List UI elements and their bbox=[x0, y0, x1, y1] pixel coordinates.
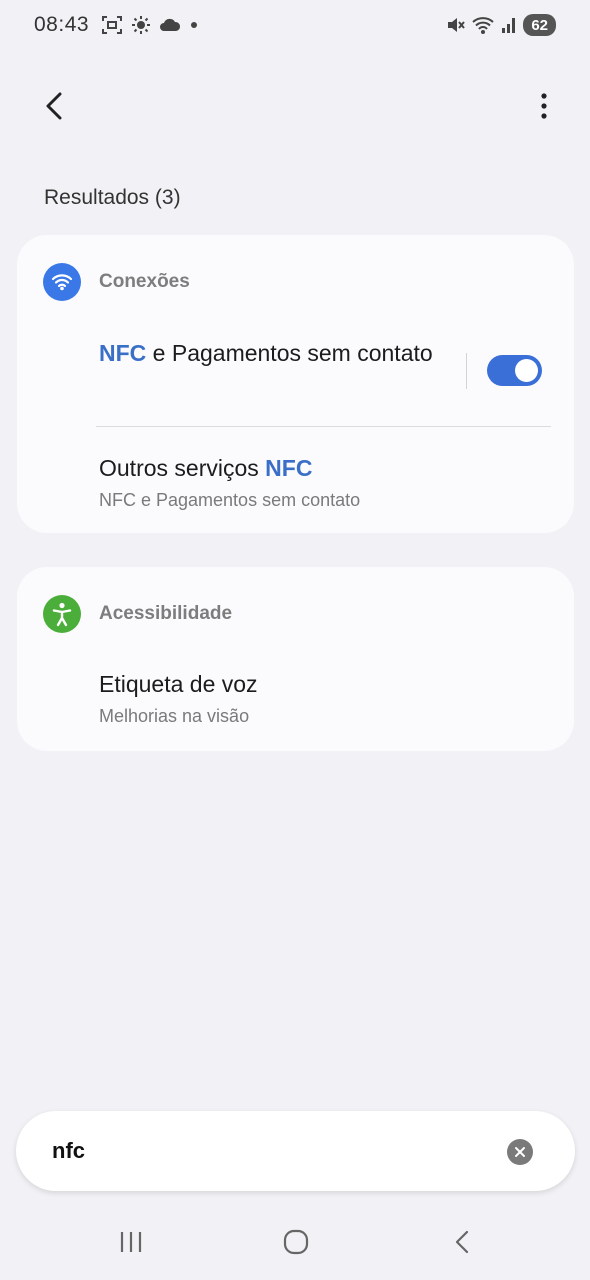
home-icon bbox=[283, 1229, 309, 1255]
clear-icon bbox=[515, 1147, 525, 1157]
status-left-icons bbox=[101, 14, 199, 36]
results-group-connections: Conexões NFC e Pagamentos sem contato Ou… bbox=[17, 235, 574, 533]
recents-icon bbox=[120, 1232, 142, 1252]
battery-badge: 62 bbox=[523, 14, 556, 36]
item-title: NFC e Pagamentos sem contato bbox=[99, 336, 459, 371]
wifi-icon bbox=[471, 15, 495, 35]
category-header: Acessibilidade bbox=[43, 595, 232, 633]
title-rest: e Pagamentos sem contato bbox=[146, 340, 433, 366]
cloud-icon bbox=[159, 17, 181, 33]
recents-button[interactable] bbox=[111, 1224, 151, 1260]
title-prefix: Outros serviços bbox=[99, 455, 266, 481]
more-options-button[interactable] bbox=[532, 82, 556, 130]
nfc-toggle-switch[interactable] bbox=[487, 355, 542, 386]
back-icon bbox=[455, 1230, 469, 1254]
divider bbox=[96, 426, 551, 427]
result-item-voice-label[interactable]: Etiqueta de voz Melhorias na visão bbox=[99, 667, 258, 727]
item-title: Etiqueta de voz bbox=[99, 671, 258, 697]
more-vert-icon bbox=[541, 93, 547, 119]
toggle-knob bbox=[515, 359, 538, 382]
status-bar: 08:43 62 bbox=[0, 0, 590, 50]
result-item-nfc-payments[interactable]: NFC e Pagamentos sem contato bbox=[99, 336, 459, 371]
category-label: Acessibilidade bbox=[99, 603, 233, 624]
highlight-text: NFC bbox=[99, 340, 147, 366]
mute-icon bbox=[445, 15, 466, 35]
item-subtitle: Melhorias na visão bbox=[99, 706, 250, 726]
results-group-accessibility: Acessibilidade Etiqueta de voz Melhorias… bbox=[17, 567, 574, 751]
status-right-icons: 62 bbox=[445, 14, 556, 36]
back-arrow-icon bbox=[46, 92, 62, 120]
brightness-icon bbox=[131, 15, 151, 35]
clear-search-button[interactable] bbox=[507, 1139, 533, 1165]
results-header: Resultados (3) bbox=[44, 186, 181, 209]
search-input[interactable] bbox=[52, 1133, 472, 1169]
category-header: Conexões bbox=[43, 263, 190, 301]
nav-back-button[interactable] bbox=[442, 1224, 482, 1260]
vertical-divider bbox=[466, 353, 467, 389]
wifi-icon bbox=[43, 263, 81, 301]
navigation-bar bbox=[0, 1210, 590, 1270]
highlight-text: NFC bbox=[265, 455, 313, 481]
result-item-other-nfc-services[interactable]: Outros serviços NFC NFC e Pagamentos sem… bbox=[99, 451, 360, 511]
item-title: Outros serviços NFC bbox=[99, 451, 360, 486]
status-time: 08:43 bbox=[34, 13, 90, 36]
screenshot-icon bbox=[101, 14, 123, 36]
dot-icon bbox=[189, 20, 199, 30]
accessibility-icon bbox=[43, 595, 81, 633]
item-subtitle: NFC e Pagamentos sem contato bbox=[99, 490, 361, 510]
signal-icon bbox=[501, 16, 517, 34]
back-button[interactable] bbox=[30, 82, 78, 130]
search-bar bbox=[16, 1111, 575, 1191]
home-button[interactable] bbox=[276, 1224, 316, 1260]
category-label: Conexões bbox=[99, 271, 190, 292]
